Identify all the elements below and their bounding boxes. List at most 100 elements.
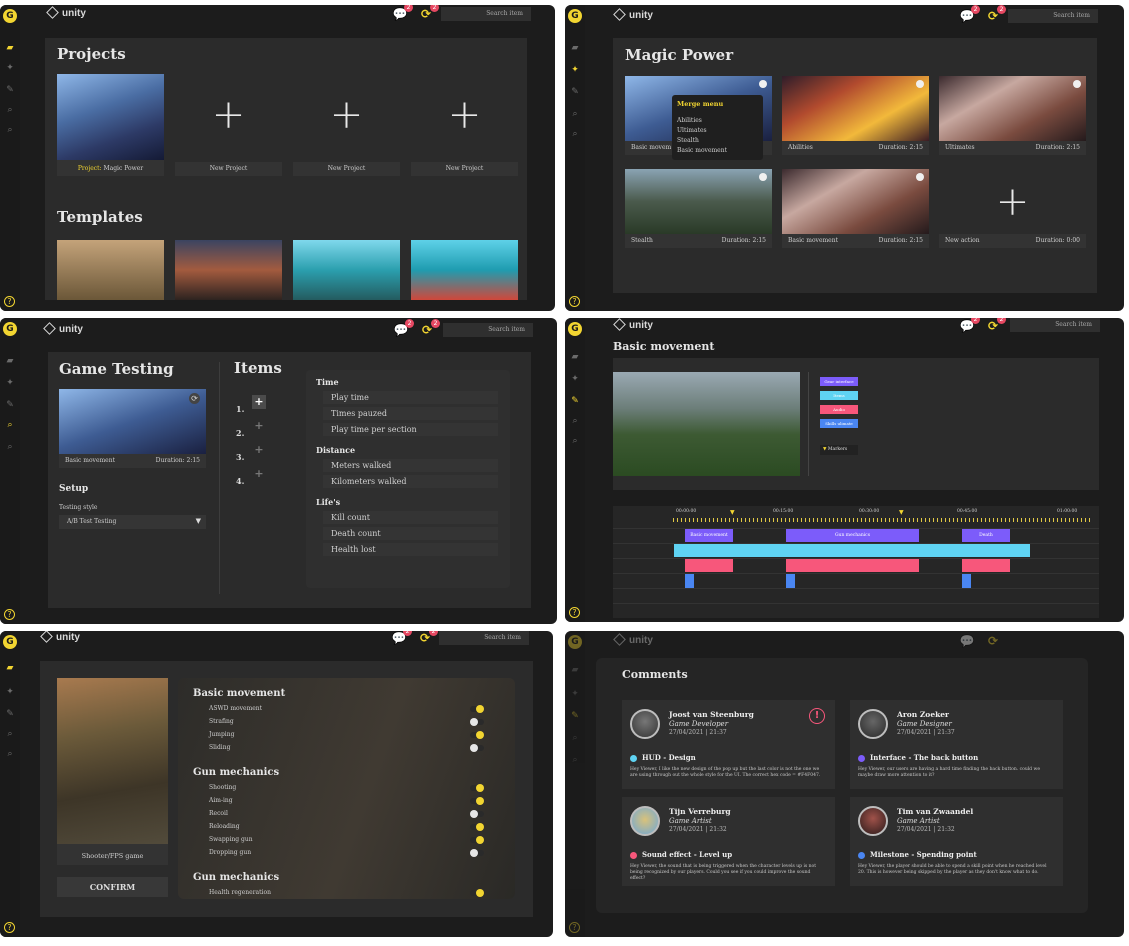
- help-icon[interactable]: ?: [4, 609, 15, 620]
- chat-icon[interactable]: 💬 2: [391, 631, 412, 645]
- stat-item[interactable]: Kill count: [323, 511, 498, 524]
- marker-icon[interactable]: ▼: [730, 509, 735, 516]
- bulb-icon[interactable]: ✦: [5, 63, 15, 73]
- folder-icon[interactable]: ▰: [570, 665, 580, 675]
- bulb-icon[interactable]: ✦: [5, 687, 15, 697]
- stat-item[interactable]: Play time: [323, 391, 498, 404]
- app-logo[interactable]: G: [568, 9, 582, 23]
- stat-item[interactable]: Play time per section: [323, 423, 498, 436]
- action-card[interactable]: Stealth Duration: 2:15: [625, 169, 772, 248]
- app-logo[interactable]: G: [3, 322, 17, 336]
- stat-item[interactable]: Death count: [323, 527, 498, 540]
- sync-icon[interactable]: ⟳ 2: [985, 318, 1006, 333]
- new-project-card[interactable]: + New Project: [411, 74, 518, 176]
- pencil-icon[interactable]: ✎: [570, 711, 580, 721]
- segment-basic-movement[interactable]: Basic movement: [685, 529, 733, 542]
- chevron-icon[interactable]: [1073, 80, 1081, 88]
- chat-icon[interactable]: 💬: [959, 634, 975, 648]
- template-card[interactable]: [411, 240, 518, 300]
- legend-audio[interactable]: Audio: [820, 405, 858, 414]
- plus-button[interactable]: +: [252, 443, 266, 457]
- help-icon[interactable]: ?: [569, 607, 580, 618]
- audio-clip[interactable]: [962, 559, 1010, 572]
- legend-items[interactable]: Items: [820, 391, 858, 400]
- zoom-icon[interactable]: ⌕: [570, 436, 580, 446]
- marker-icon[interactable]: ▼: [899, 509, 904, 516]
- folder-icon[interactable]: ▰: [570, 43, 580, 53]
- bulb-icon[interactable]: ✦: [570, 65, 580, 75]
- zoom-icon[interactable]: ⌕: [5, 749, 15, 759]
- feature-toggle[interactable]: [470, 849, 484, 857]
- chevron-icon[interactable]: [759, 173, 767, 181]
- search-input[interactable]: Search item: [443, 323, 533, 337]
- search-icon[interactable]: ⌕: [5, 729, 15, 739]
- project-card[interactable]: Project: Magic Power: [57, 74, 164, 176]
- folder-icon[interactable]: ▰: [5, 663, 15, 673]
- chevron-icon[interactable]: [916, 80, 924, 88]
- folder-icon[interactable]: ▰: [5, 43, 15, 53]
- chat-icon[interactable]: 💬 2: [392, 5, 413, 21]
- plus-button[interactable]: +: [252, 419, 266, 433]
- search-icon[interactable]: ⌕: [5, 420, 15, 430]
- zoom-icon[interactable]: ⌕: [5, 125, 15, 135]
- new-project-card[interactable]: + New Project: [175, 74, 282, 176]
- plus-button[interactable]: +: [252, 467, 266, 481]
- stat-item[interactable]: Times pauzed: [323, 407, 498, 420]
- action-card[interactable]: Ultimates Duration: 2:15: [939, 76, 1086, 155]
- legend-gear-interface[interactable]: Gear interface: [820, 377, 858, 386]
- segment-death[interactable]: Death: [962, 529, 1010, 542]
- markers-button[interactable]: ▼ Markers: [820, 445, 858, 455]
- help-icon[interactable]: ?: [569, 296, 580, 307]
- feature-toggle[interactable]: [470, 810, 484, 818]
- menu-item[interactable]: Ultimates: [677, 127, 707, 134]
- feature-toggle[interactable]: [470, 889, 484, 897]
- feature-toggle[interactable]: [470, 784, 484, 792]
- game-card[interactable]: Shooter/FPS game: [57, 678, 168, 865]
- testing-style-select[interactable]: A/B Test Testing ▼: [59, 515, 206, 529]
- feature-toggle[interactable]: [470, 718, 484, 726]
- feature-toggle[interactable]: [470, 731, 484, 739]
- new-project-card[interactable]: + New Project: [293, 74, 400, 176]
- alert-icon[interactable]: !: [809, 708, 825, 724]
- refresh-icon[interactable]: ⟳: [189, 393, 200, 404]
- sync-icon[interactable]: ⟳ 2: [419, 319, 440, 337]
- action-card[interactable]: Abilities Duration: 2:15: [782, 76, 929, 155]
- menu-item[interactable]: Stealth: [677, 137, 699, 144]
- pencil-icon[interactable]: ✎: [5, 709, 15, 719]
- search-input[interactable]: Search item: [441, 7, 531, 21]
- help-icon[interactable]: ?: [4, 922, 15, 933]
- pencil-icon[interactable]: ✎: [5, 85, 15, 95]
- feature-toggle[interactable]: [470, 836, 484, 844]
- comment-card[interactable]: Tim van Zwaandel Game Artist 27/04/2021 …: [850, 797, 1063, 886]
- menu-item[interactable]: Basic movement: [677, 147, 727, 154]
- stat-item[interactable]: Kilometers walked: [323, 475, 498, 488]
- pencil-icon[interactable]: ✎: [570, 396, 580, 406]
- feature-toggle[interactable]: [470, 744, 484, 752]
- sync-icon[interactable]: ⟳ 2: [417, 631, 438, 645]
- folder-icon[interactable]: ▰: [5, 356, 15, 366]
- menu-item[interactable]: Abilities: [677, 117, 702, 124]
- bulb-icon[interactable]: ✦: [570, 689, 580, 699]
- skill-clip[interactable]: [962, 574, 971, 588]
- test-card[interactable]: ⟳ Basic movement Duration: 2:15: [59, 389, 206, 468]
- app-logo[interactable]: G: [3, 635, 17, 649]
- confirm-button[interactable]: CONFIRM: [57, 877, 168, 897]
- stat-item[interactable]: Health lost: [323, 543, 498, 556]
- stat-item[interactable]: Meters walked: [323, 459, 498, 472]
- app-logo[interactable]: G: [568, 635, 582, 649]
- help-icon[interactable]: ?: [569, 922, 580, 933]
- search-icon[interactable]: ⌕: [570, 733, 580, 743]
- pencil-icon[interactable]: ✎: [5, 400, 15, 410]
- sync-icon[interactable]: ⟳ 2: [418, 5, 439, 21]
- skill-clip[interactable]: [685, 574, 694, 588]
- legend-skills-ultimate[interactable]: Skills ulimate: [820, 419, 858, 428]
- video-preview[interactable]: [613, 372, 800, 476]
- feature-toggle[interactable]: [470, 705, 484, 713]
- zoom-icon[interactable]: ⌕: [5, 442, 15, 452]
- search-icon[interactable]: ⌕: [5, 105, 15, 115]
- zoom-icon[interactable]: ⌕: [570, 129, 580, 139]
- sync-icon[interactable]: ⟳ 2: [985, 5, 1006, 23]
- search-input[interactable]: Search item: [1010, 318, 1100, 332]
- search-input[interactable]: Search item: [439, 631, 529, 645]
- comment-card[interactable]: Aron Zoeker Game Designer 27/04/2021 | 2…: [850, 700, 1063, 789]
